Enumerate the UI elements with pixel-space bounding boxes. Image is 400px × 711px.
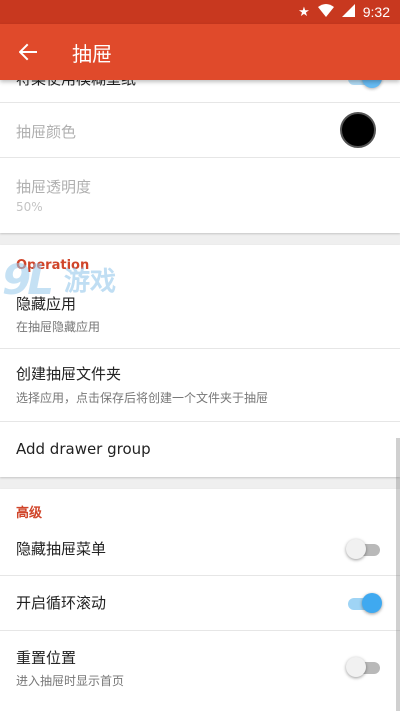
advanced-card: 高级 隐藏抽屉菜单 开启循环滚动 重置位置 进入抽屉时显示首页 [0, 489, 400, 711]
back-button[interactable] [0, 24, 56, 80]
hide-menu-label: 隐藏抽屉菜单 [16, 540, 107, 558]
advanced-section-header: 高级 [16, 506, 43, 521]
star-icon: ★ [298, 4, 310, 20]
drawer-color-swatch[interactable] [340, 112, 376, 148]
signal-icon [341, 4, 355, 20]
hide-apps-label: 隐藏应用 [16, 295, 77, 313]
blur-wallpaper-row[interactable]: 将菜使用模糊壁纸 [0, 80, 400, 103]
drawer-opacity-value: 50% [16, 200, 43, 214]
blur-wallpaper-toggle[interactable] [346, 80, 382, 88]
operation-section-header: Operation [16, 258, 90, 273]
drawer-opacity-row[interactable]: 抽屉透明度 50% [0, 158, 400, 233]
add-drawer-group-label: Add drawer group [16, 440, 151, 458]
loop-scroll-label: 开启循环滚动 [16, 594, 107, 612]
create-folder-summary: 选择应用，点击保存后将创建一个文件夹于抽屉 [16, 391, 269, 405]
drawer-color-row[interactable]: 抽屉颜色 [0, 103, 400, 158]
hide-apps-row[interactable]: 隐藏应用 在抽屉隐藏应用 [0, 283, 400, 349]
scrollbar-thumb[interactable] [396, 438, 400, 711]
hide-menu-row[interactable]: 隐藏抽屉菜单 [0, 527, 400, 576]
drawer-opacity-label: 抽屉透明度 [16, 178, 92, 196]
reset-position-toggle[interactable] [346, 657, 382, 677]
status-time: 9:32 [362, 4, 390, 20]
loop-scroll-toggle[interactable] [346, 593, 382, 613]
create-folder-label: 创建抽屉文件夹 [16, 365, 122, 383]
reset-position-label: 重置位置 [16, 649, 77, 667]
settings-list[interactable]: 将菜使用模糊壁纸 抽屉颜色 抽屉透明度 50% Operation 隐藏应用 在… [0, 80, 400, 711]
loop-scroll-row[interactable]: 开启循环滚动 [0, 576, 400, 631]
wifi-icon [317, 4, 334, 20]
arrow-left-icon [19, 43, 37, 61]
reset-position-summary: 进入抽屉时显示首页 [16, 674, 125, 688]
page-title: 抽屉 [72, 41, 112, 66]
status-bar: ★ 9:32 [0, 0, 400, 24]
create-folder-row[interactable]: 创建抽屉文件夹 选择应用，点击保存后将创建一个文件夹于抽屉 [0, 349, 400, 422]
hide-apps-summary: 在抽屉隐藏应用 [16, 320, 101, 334]
reset-position-row[interactable]: 重置位置 进入抽屉时显示首页 [0, 631, 400, 711]
blur-wallpaper-label: 将菜使用模糊壁纸 [16, 80, 136, 89]
drawer-appearance-card: 将菜使用模糊壁纸 抽屉颜色 抽屉透明度 50% [0, 80, 400, 233]
drawer-color-label: 抽屉颜色 [16, 123, 77, 141]
app-bar: 抽屉 [0, 24, 400, 80]
hide-menu-toggle[interactable] [346, 539, 382, 559]
add-drawer-group-row[interactable]: Add drawer group [0, 422, 400, 477]
operation-card: Operation 隐藏应用 在抽屉隐藏应用 创建抽屉文件夹 选择应用，点击保存… [0, 245, 400, 477]
